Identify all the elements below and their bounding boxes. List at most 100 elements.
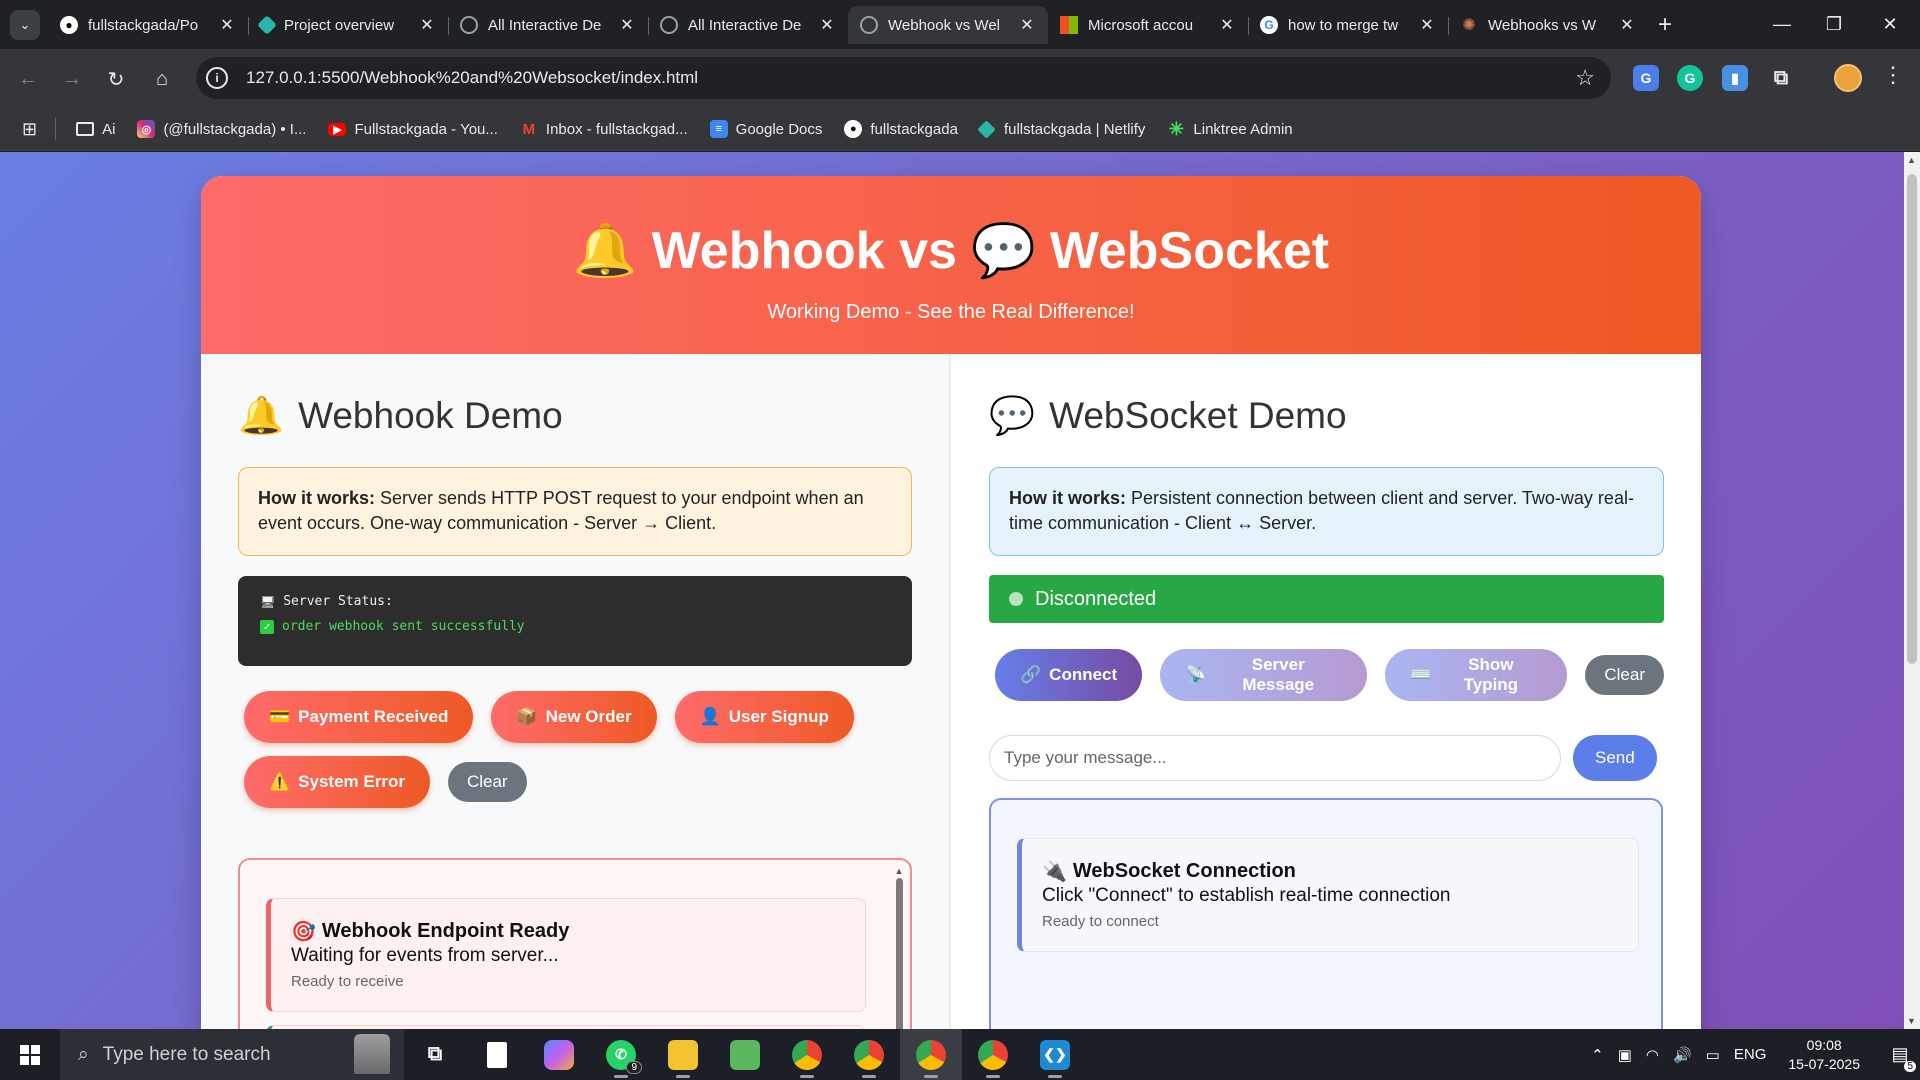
close-icon[interactable]: ✕ (618, 15, 636, 35)
clock[interactable]: 09:08 15-07-2025 (1788, 1036, 1860, 1074)
globe-icon (660, 16, 678, 34)
payment-received-button[interactable]: 💳 Payment Received (244, 691, 474, 743)
taskbar-app[interactable] (528, 1029, 590, 1080)
extension-icon[interactable]: ▮ (1722, 65, 1748, 91)
forward-button[interactable]: → (56, 63, 88, 95)
tab[interactable]: G how to merge tw ✕ (1248, 6, 1448, 44)
minimize-button[interactable]: — (1752, 0, 1812, 49)
close-icon[interactable]: ✕ (418, 15, 436, 35)
home-button[interactable]: ⌂ (146, 63, 178, 95)
connect-button[interactable]: 🔗 Connect (995, 649, 1143, 701)
new-order-button[interactable]: 📦 New Order (491, 691, 657, 743)
package-icon: 📦 (516, 707, 538, 726)
file-explorer-icon (668, 1039, 698, 1070)
back-button[interactable]: ← (12, 63, 44, 95)
taskbar-app-whatsapp[interactable]: ✆ 9 (590, 1029, 652, 1080)
close-icon[interactable]: ✕ (1218, 15, 1236, 35)
server-message-button[interactable]: 📡 Server Message (1160, 649, 1368, 701)
tab[interactable]: ● fullstackgada/Po ✕ (48, 6, 248, 44)
close-icon[interactable]: ✕ (1418, 15, 1436, 35)
apps-grid-icon[interactable]: ⊞ (22, 119, 37, 140)
close-icon[interactable]: ✕ (818, 15, 836, 35)
wifi-icon[interactable]: ◠ (1646, 1046, 1659, 1064)
webhook-log[interactable]: 🎯 Webhook Endpoint Ready Waiting for eve… (238, 858, 912, 1029)
extensions-puzzle-icon[interactable]: ⧉ (1768, 65, 1794, 91)
language-indicator[interactable]: ENG (1734, 1046, 1767, 1063)
taskbar-app[interactable]: ❮❯ (1024, 1029, 1086, 1080)
taskbar-app[interactable] (962, 1029, 1024, 1080)
bookmark[interactable]: ● fullstackgada (844, 120, 958, 138)
bookmark[interactable]: ✳ Linktree Admin (1167, 119, 1293, 139)
tab[interactable]: ✺ Webhooks vs W ✕ (1448, 6, 1648, 44)
volume-icon[interactable]: 🔊 (1673, 1046, 1692, 1064)
camera-icon[interactable]: ▣ (1618, 1046, 1632, 1064)
user-signup-button[interactable]: 👤 User Signup (674, 691, 854, 743)
site-info-icon[interactable]: i (206, 67, 228, 89)
bookmark-separator (55, 118, 57, 140)
reload-button[interactable]: ↻ (100, 63, 132, 95)
show-typing-button[interactable]: ⌨️ Show Typing (1385, 649, 1568, 701)
message-input[interactable]: Type your message... (989, 735, 1561, 781)
bookmark[interactable]: M Inbox - fullstackgad... (520, 120, 688, 138)
scroll-down-arrow-icon[interactable]: ▼ (1907, 1016, 1916, 1026)
window-close-button[interactable]: ✕ (1860, 0, 1920, 49)
start-button[interactable] (0, 1029, 60, 1080)
battery-icon[interactable]: ▭ (1706, 1046, 1720, 1064)
close-icon[interactable]: ✕ (1618, 15, 1636, 35)
clock-date: 15-07-2025 (1788, 1055, 1860, 1072)
close-icon[interactable]: ✕ (218, 15, 236, 35)
tab[interactable]: Project overview ✕ (248, 6, 448, 44)
taskbar-app[interactable] (652, 1029, 714, 1080)
taskbar-search[interactable]: ⌕ Type here to search (60, 1029, 404, 1080)
translate-extension-icon[interactable]: G (1633, 65, 1659, 91)
scroll-up-arrow-icon[interactable]: ▲ (894, 866, 904, 876)
websocket-clear-button[interactable]: Clear (1585, 655, 1664, 695)
tab-active[interactable]: Webhook vs Wel ✕ (848, 6, 1048, 44)
tab[interactable]: All Interactive De ✕ (448, 6, 648, 44)
bookmark-label: fullstackgada | Netlify (1003, 120, 1146, 138)
tab[interactable]: Microsoft accou ✕ (1048, 6, 1248, 44)
tab-title: how to merge tw (1288, 16, 1399, 34)
scroll-thumb[interactable] (1907, 174, 1917, 664)
close-icon[interactable]: ✕ (1018, 15, 1036, 35)
scroll-thumb[interactable] (895, 878, 903, 1029)
bookmark-folder[interactable]: Ai (76, 121, 115, 138)
scroll-up-arrow-icon[interactable]: ▲ (1907, 155, 1916, 165)
bookmark-star-icon[interactable]: ☆ (1575, 65, 1595, 91)
tab-search-button[interactable]: ⌄ (10, 10, 40, 40)
notifications-button[interactable]: ▤ 5 (1880, 1029, 1920, 1080)
system-error-button[interactable]: ⚠️ System Error (244, 756, 430, 808)
bookmark[interactable]: ≡ Google Docs (709, 120, 822, 138)
bookmark[interactable]: ◎ (@fullstackgada) • I... (137, 120, 306, 138)
page-title-part1: Webhook vs (651, 221, 957, 280)
button-label: Show Typing (1463, 655, 1519, 694)
bookmark[interactable]: fullstackgada | Netlify (977, 119, 1146, 139)
keyboard-icon: ⌨️ (1410, 665, 1432, 684)
profile-avatar[interactable] (1834, 64, 1862, 92)
server-status-terminal: 🖥 Server Status: ✓ order webhook sent su… (238, 576, 912, 666)
bookmark[interactable]: ▶ Fullstackgada - You... (328, 121, 498, 138)
page-subtitle: Working Demo - See the Real Difference! (767, 301, 1135, 323)
log-scrollbar[interactable]: ▲ (894, 866, 904, 1029)
address-bar[interactable]: i 127.0.0.1:5500/Webhook%20and%20Websock… (196, 57, 1611, 99)
restore-button[interactable]: ❐ (1804, 0, 1864, 49)
tab[interactable]: All Interactive De ✕ (648, 6, 848, 44)
grammarly-extension-icon[interactable]: G (1677, 65, 1703, 91)
chevron-up-icon[interactable]: ⌃ (1591, 1046, 1604, 1064)
taskbar-app[interactable] (776, 1029, 838, 1080)
satellite-icon: 📡 (1185, 665, 1207, 684)
connection-status: Disconnected (989, 575, 1664, 623)
menu-kebab-icon[interactable]: ⋮ (1882, 62, 1904, 88)
page-scrollbar[interactable]: ▲ ▼ (1904, 152, 1920, 1029)
folder-icon (76, 122, 95, 136)
new-tab-button[interactable]: + (1650, 10, 1680, 40)
taskbar-app-active[interactable] (900, 1029, 962, 1080)
chrome-icon (792, 1039, 822, 1070)
task-view-button[interactable]: ⧉ (404, 1029, 466, 1080)
taskbar-app[interactable] (714, 1029, 776, 1080)
send-button[interactable]: Send (1573, 735, 1657, 781)
taskbar-app[interactable] (838, 1029, 900, 1080)
websocket-log[interactable]: 🔌 WebSocket Connection Click "Connect" t… (989, 798, 1663, 1029)
taskbar-app[interactable] (466, 1029, 528, 1080)
webhook-clear-button[interactable]: Clear (447, 762, 527, 802)
